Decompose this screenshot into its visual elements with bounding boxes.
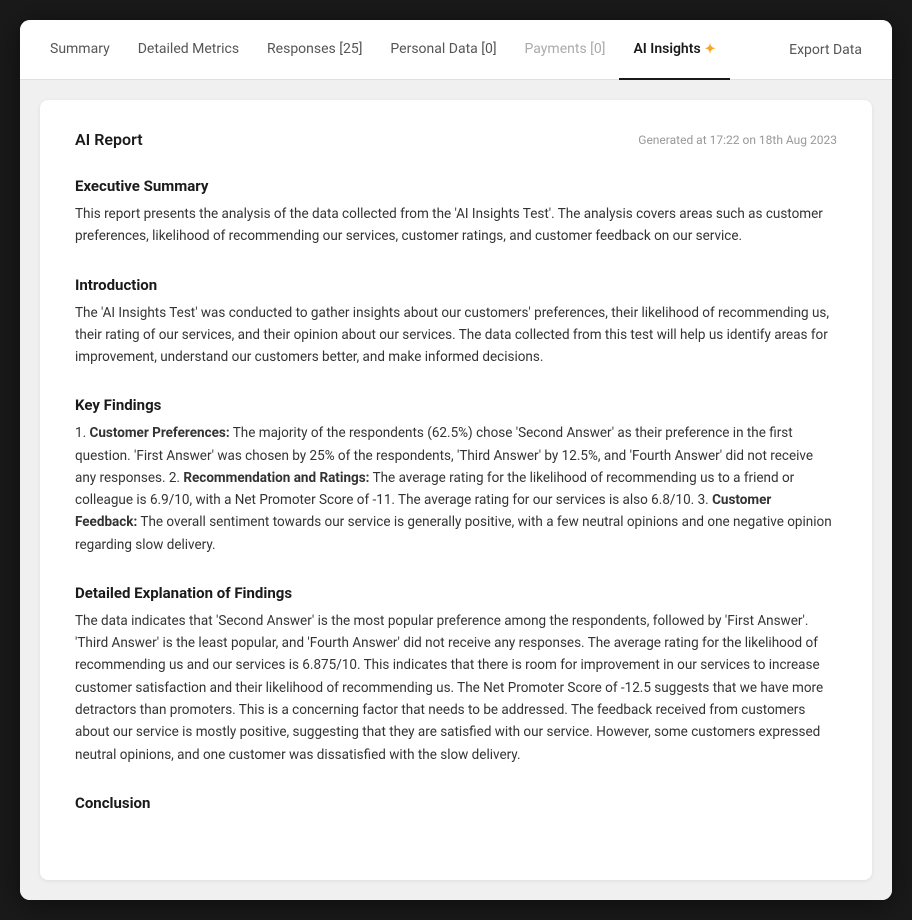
tab-payments[interactable]: Payments [0]: [511, 20, 620, 80]
tab-summary-label: Summary: [50, 41, 110, 57]
section-introduction: Introduction The 'AI Insights Test' was …: [75, 276, 837, 369]
section-key-findings: Key Findings 1. Customer Preferences: Th…: [75, 396, 837, 556]
tab-detailed-metrics-label: Detailed Metrics: [138, 41, 239, 57]
tab-detailed-metrics[interactable]: Detailed Metrics: [124, 20, 253, 80]
tab-export-data[interactable]: Export Data: [775, 20, 876, 80]
tab-bar: Summary Detailed Metrics Responses [25] …: [20, 20, 892, 80]
section-key-findings-body: 1. Customer Preferences: The majority of…: [75, 422, 837, 556]
app-window: Summary Detailed Metrics Responses [25] …: [20, 20, 892, 900]
section-executive-summary: Executive Summary This report presents t…: [75, 177, 837, 248]
card-header: AI Report Generated at 17:22 on 18th Aug…: [75, 130, 837, 149]
section-introduction-title: Introduction: [75, 276, 837, 294]
content-area: AI Report Generated at 17:22 on 18th Aug…: [20, 80, 892, 900]
ai-insights-star-icon: ✦: [705, 42, 716, 57]
section-executive-summary-body: This report presents the analysis of the…: [75, 203, 837, 248]
section-executive-summary-title: Executive Summary: [75, 177, 837, 195]
section-introduction-body: The 'AI Insights Test' was conducted to …: [75, 302, 837, 369]
tab-personal-data-label: Personal Data [0]: [390, 41, 496, 57]
tab-responses[interactable]: Responses [25]: [253, 20, 376, 80]
section-detailed-explanation: Detailed Explanation of Findings The dat…: [75, 584, 837, 766]
tab-export-data-label: Export Data: [789, 42, 862, 58]
section-conclusion: Conclusion: [75, 794, 837, 812]
generated-at-label: Generated at 17:22 on 18th Aug 2023: [638, 133, 837, 147]
ai-report-card: AI Report Generated at 17:22 on 18th Aug…: [40, 100, 872, 880]
section-key-findings-title: Key Findings: [75, 396, 837, 414]
card-title: AI Report: [75, 130, 143, 149]
tab-summary[interactable]: Summary: [36, 20, 124, 80]
section-detailed-explanation-title: Detailed Explanation of Findings: [75, 584, 837, 602]
tab-ai-insights-label: AI Insights: [633, 41, 700, 57]
tab-responses-label: Responses [25]: [267, 41, 362, 57]
tab-personal-data[interactable]: Personal Data [0]: [376, 20, 510, 80]
section-conclusion-title: Conclusion: [75, 794, 837, 812]
tab-payments-label: Payments [0]: [525, 41, 606, 57]
section-detailed-explanation-body: The data indicates that 'Second Answer' …: [75, 610, 837, 766]
tab-ai-insights[interactable]: AI Insights ✦: [619, 20, 729, 80]
